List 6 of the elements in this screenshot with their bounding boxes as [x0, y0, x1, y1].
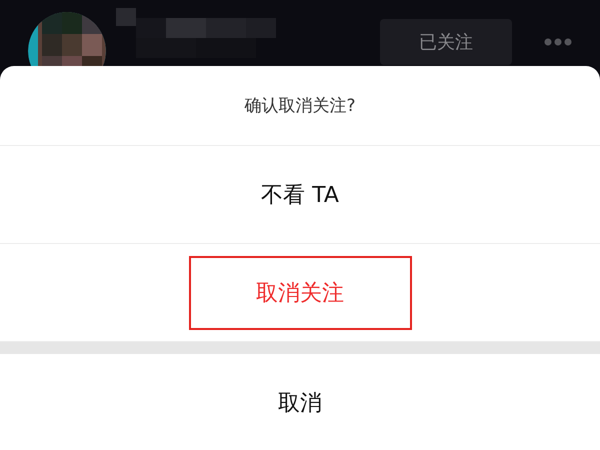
unfollow-option[interactable]: 取消关注	[256, 278, 344, 308]
sheet-title: 确认取消关注?	[244, 95, 356, 117]
more-icon[interactable]	[544, 38, 572, 46]
menu-option[interactable]: 不看 TA	[261, 180, 339, 210]
cancel-button[interactable]: 取消	[278, 388, 322, 418]
follow-button[interactable]: 已关注	[380, 19, 512, 65]
